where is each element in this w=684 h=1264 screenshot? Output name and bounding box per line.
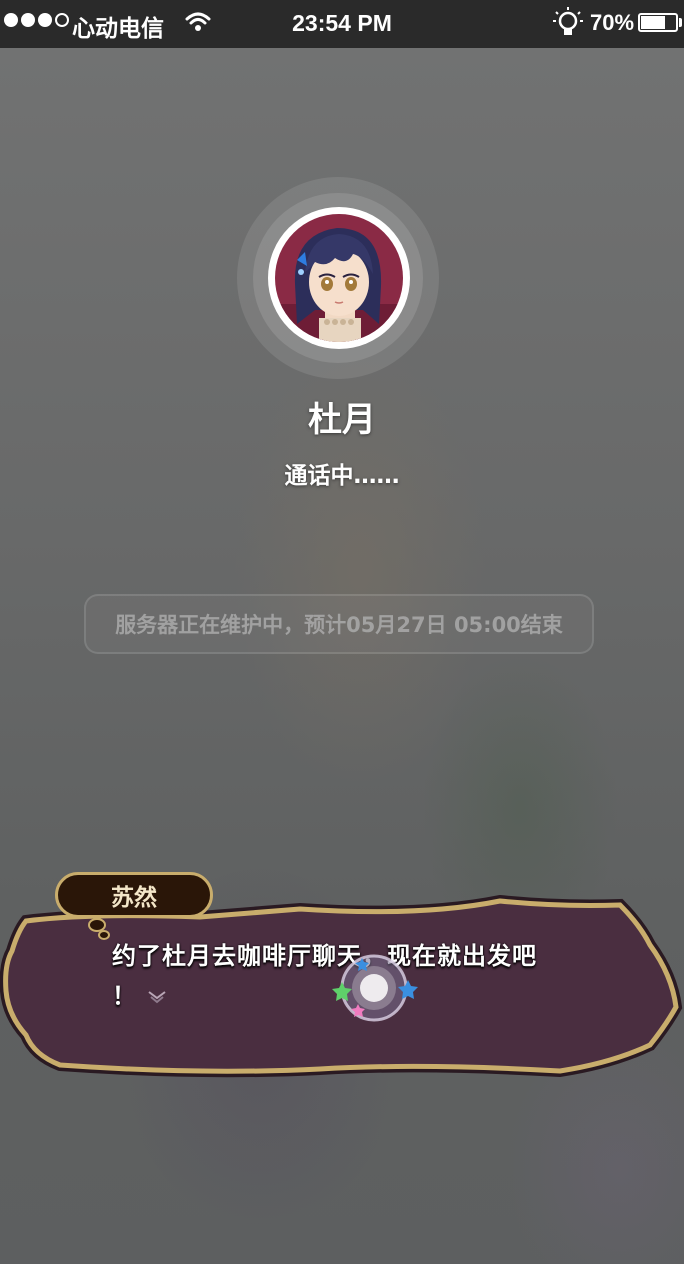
caller-name: 杜月 bbox=[308, 400, 376, 440]
caller-avatar bbox=[268, 207, 410, 349]
star-orb-icon[interactable] bbox=[328, 948, 420, 1032]
battery-icon bbox=[638, 13, 678, 32]
speaker-name-tag: 苏然 bbox=[55, 872, 213, 918]
battery-percent: 70% bbox=[590, 10, 635, 35]
speaker-bubble-dot bbox=[98, 930, 110, 940]
battery-tip bbox=[679, 18, 682, 27]
chevron-down-icon bbox=[147, 989, 167, 1008]
battery-fill bbox=[641, 16, 665, 29]
character-portrait-icon bbox=[275, 214, 403, 342]
speaker-name: 苏然 bbox=[111, 885, 157, 911]
lightbulb-icon bbox=[552, 6, 584, 46]
call-status: 通话中…… bbox=[284, 463, 400, 489]
status-bar: 心动电信 23:54 PM 70% bbox=[0, 0, 684, 48]
maintenance-notice-text: 服务器正在维护中，预计05月27日 05:00结束 bbox=[115, 613, 563, 637]
maintenance-notice: 服务器正在维护中，预计05月27日 05:00结束 bbox=[84, 594, 594, 654]
